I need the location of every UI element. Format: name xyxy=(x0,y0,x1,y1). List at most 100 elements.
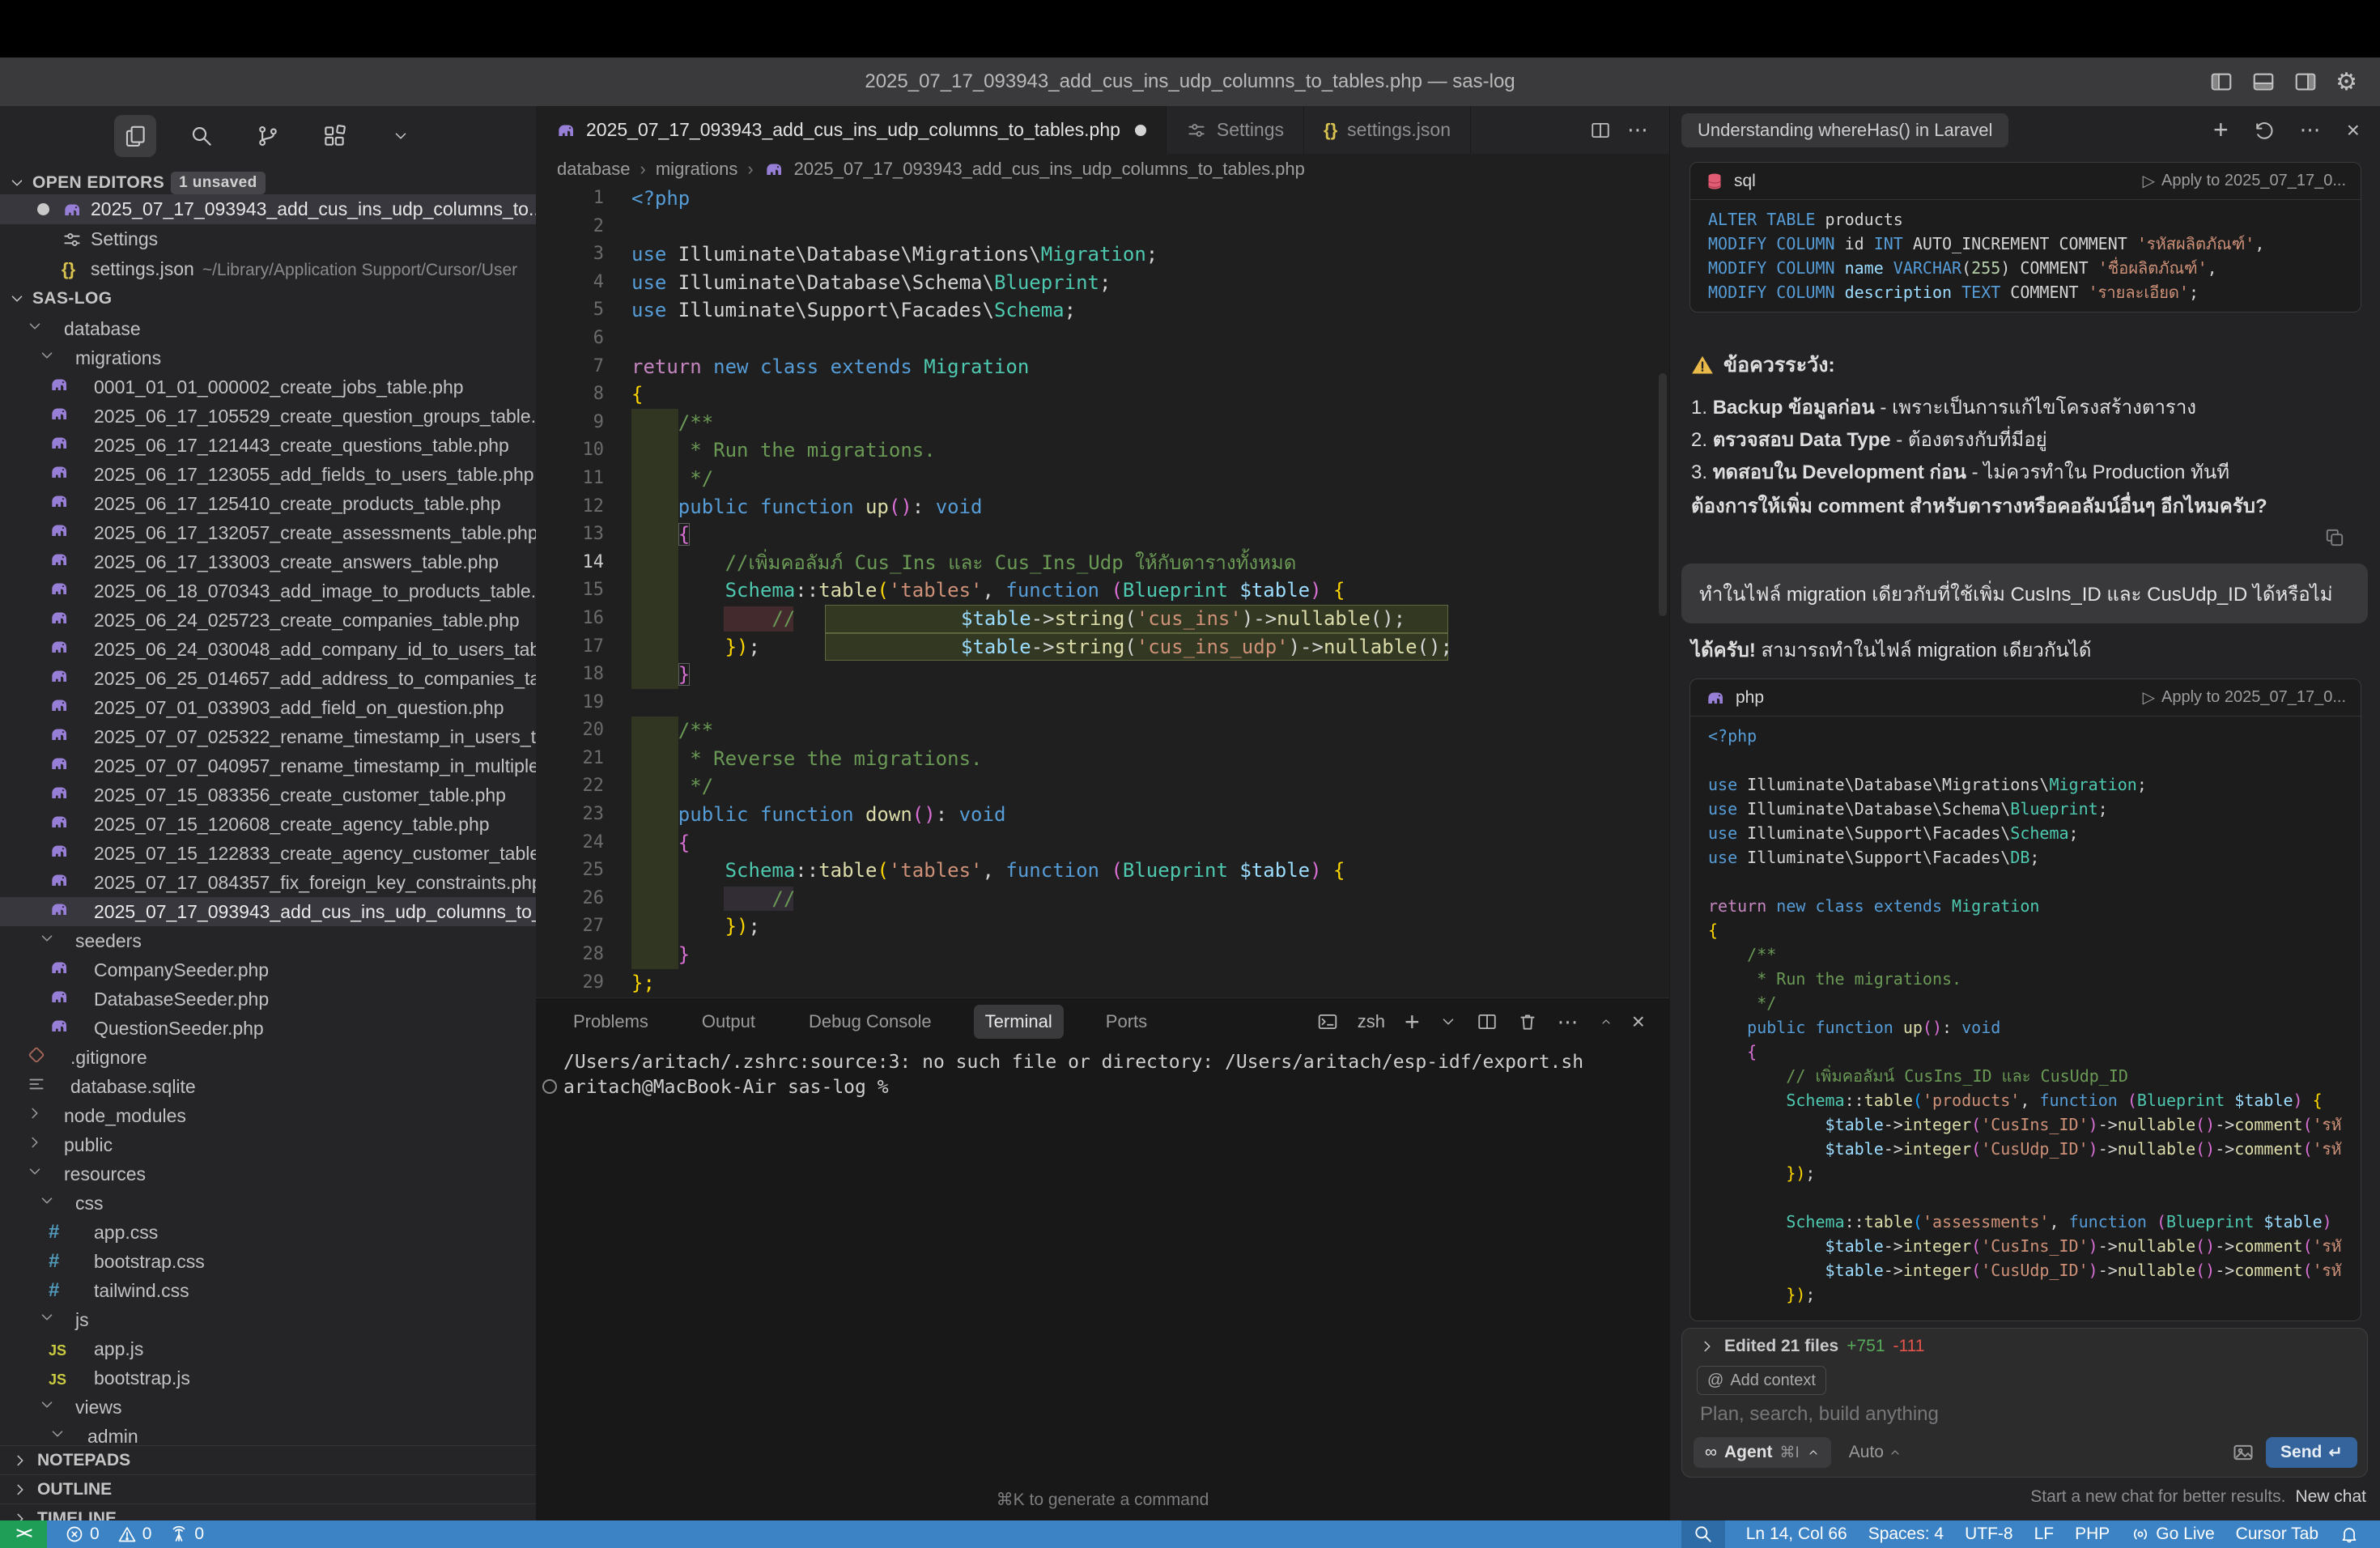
tree-folder[interactable]: resources xyxy=(0,1159,536,1189)
kill-terminal-icon[interactable] xyxy=(1517,1011,1538,1032)
code-line[interactable]: 12 public function up(): void xyxy=(536,493,1669,521)
plus-icon[interactable]: + xyxy=(2213,115,2229,145)
tree-folder[interactable]: seeders xyxy=(0,926,536,955)
terminal-tab-debug-console[interactable]: Debug Console xyxy=(797,1005,943,1039)
tree-folder[interactable]: node_modules xyxy=(0,1101,536,1130)
tree-file[interactable]: 2025_07_01_033903_add_field_on_question.… xyxy=(0,693,536,722)
chat-tab[interactable]: Understanding whereHas() in Laravel xyxy=(1681,113,2008,147)
code-line[interactable]: 2 xyxy=(536,213,1669,241)
ai-suggestion-overlay[interactable]: $table->string('cus_ins_udp')->nullable(… xyxy=(825,633,1448,661)
sidebar-section-timeline[interactable]: TIMELINE xyxy=(0,1503,536,1520)
tree-file[interactable]: 2025_06_18_070343_add_image_to_products_… xyxy=(0,576,536,606)
code-line[interactable]: 1<?php xyxy=(536,185,1669,213)
tree-file[interactable]: 2025_07_15_083356_create_customer_table.… xyxy=(0,780,536,810)
tree-folder[interactable]: migrations xyxy=(0,343,536,372)
breadcrumb-item[interactable]: database xyxy=(557,159,631,180)
status-item-utf-8[interactable]: UTF-8 xyxy=(1965,1525,2013,1544)
code-line[interactable]: 25 Schema::table('tables', function (Blu… xyxy=(536,857,1669,885)
editor-scrollbar[interactable] xyxy=(1659,373,1667,616)
code-line[interactable]: 14 //เพิ่มคอลัมภ์ Cus_Ins และ Cus_Ins_Ud… xyxy=(536,549,1669,577)
split-terminal-icon[interactable] xyxy=(1477,1011,1498,1032)
code-line[interactable]: 8{ xyxy=(536,381,1669,409)
chat-composer[interactable]: Edited 21 files +751 -111 @ Add context … xyxy=(1681,1328,2368,1478)
tree-file[interactable]: 2025_07_15_122833_create_agency_customer… xyxy=(0,839,536,868)
open-editors-header[interactable]: OPEN EDITORS 1 unsaved xyxy=(8,169,266,197)
status-item-spaces-4[interactable]: Spaces: 4 xyxy=(1868,1525,1944,1544)
tree-file[interactable]: 2025_06_17_105529_create_question_groups… xyxy=(0,402,536,431)
layout-bottom-icon[interactable] xyxy=(2251,70,2276,94)
breadcrumb-file[interactable]: 2025_07_17_093943_add_cus_ins_udp_column… xyxy=(794,159,1305,180)
code-line[interactable]: 18 } xyxy=(536,661,1669,689)
terminal-tab-output[interactable]: Output xyxy=(691,1005,767,1039)
code-line[interactable]: 19 xyxy=(536,689,1669,717)
status-item-0[interactable]: 0 xyxy=(65,1525,100,1544)
split-editor-icon[interactable] xyxy=(1590,120,1611,141)
tree-file[interactable]: 2025_07_07_025322_rename_timestamp_in_us… xyxy=(0,722,536,751)
status-item-lf[interactable]: LF xyxy=(2034,1525,2055,1544)
extensions-button[interactable] xyxy=(313,115,355,157)
layout-right-icon[interactable] xyxy=(2293,70,2318,94)
close-icon[interactable]: × xyxy=(2347,117,2360,143)
open-editor-item[interactable]: Settings xyxy=(0,224,536,254)
sidebar-section-outline[interactable]: OUTLINE xyxy=(0,1474,536,1503)
tree-file[interactable]: 2025_06_25_014657_add_address_to_compani… xyxy=(0,664,536,693)
breadcrumb[interactable]: database›migrations›2025_07_17_093943_ad… xyxy=(536,154,1669,185)
code-line[interactable]: 28 } xyxy=(536,941,1669,969)
status-item-go-live[interactable]: Go Live xyxy=(2131,1525,2214,1544)
status-item-0[interactable]: 0 xyxy=(117,1525,152,1544)
code-line[interactable]: 20 /** xyxy=(536,717,1669,745)
tree-file[interactable]: 2025_06_17_125410_create_products_table.… xyxy=(0,489,536,518)
apply-button[interactable]: ▷ Apply to 2025_07_17_0... xyxy=(2143,171,2346,191)
agent-mode-selector[interactable]: ∞ Agent ⌘I xyxy=(1694,1437,1831,1468)
new-chat-button[interactable]: New chat xyxy=(2295,1487,2366,1506)
code-line[interactable]: 11 */ xyxy=(536,465,1669,493)
tree-folder[interactable]: css xyxy=(0,1189,536,1218)
remote-indicator[interactable]: >< xyxy=(0,1520,47,1548)
editor-tab[interactable]: {}settings.json xyxy=(1304,106,1471,154)
tree-file[interactable]: QuestionSeeder.php xyxy=(0,1014,536,1043)
tree-folder[interactable]: database xyxy=(0,314,536,343)
tree-file[interactable]: 2025_07_17_084357_fix_foreign_key_constr… xyxy=(0,868,536,897)
tree-file[interactable]: 2025_06_24_025723_create_companies_table… xyxy=(0,606,536,635)
tree-file[interactable]: JSbootstrap.js xyxy=(0,1363,536,1393)
code-line[interactable]: 29}; xyxy=(536,969,1669,997)
code-line[interactable]: 16 //$table->string('cus_ins')->nullable… xyxy=(536,605,1669,633)
project-root-header[interactable]: SAS-LOG xyxy=(8,284,112,313)
add-context-button[interactable]: @ Add context xyxy=(1697,1366,1826,1395)
code-editor[interactable]: 1<?php23use Illuminate\Database\Migratio… xyxy=(536,185,1669,997)
tree-file[interactable]: JSapp.js xyxy=(0,1334,536,1363)
status-item-0[interactable]: 0 xyxy=(169,1525,204,1544)
close-panel-icon[interactable]: × xyxy=(1632,1009,1645,1035)
more-actions-icon[interactable]: ⋯ xyxy=(1558,1010,1580,1035)
gear-icon[interactable]: ⚙ xyxy=(2335,68,2357,96)
code-line[interactable]: 5use Illuminate\Support\Facades\Schema; xyxy=(536,296,1669,325)
tree-file[interactable]: DatabaseSeeder.php xyxy=(0,985,536,1014)
terminal-tab-problems[interactable]: Problems xyxy=(562,1005,660,1039)
chev-d-button[interactable] xyxy=(380,115,422,157)
history-icon[interactable] xyxy=(2253,119,2276,142)
apply-button[interactable]: ▷ Apply to 2025_07_17_0... xyxy=(2143,687,2346,708)
code-line[interactable]: 21 * Reverse the migrations. xyxy=(536,745,1669,773)
code-line[interactable]: 24 { xyxy=(536,829,1669,857)
status-item-ln-14-col-66[interactable]: Ln 14, Col 66 xyxy=(1746,1525,1847,1544)
more-actions-icon[interactable]: ⋯ xyxy=(1627,117,1650,142)
tree-file[interactable]: 2025_06_17_123055_add_fields_to_users_ta… xyxy=(0,460,536,489)
tree-file[interactable]: 2025_07_17_093943_add_cus_ins_udp_column… xyxy=(0,897,536,926)
ai-suggestion-overlay[interactable]: $table->string('cus_ins')->nullable(); xyxy=(825,605,1448,633)
chat-input-placeholder[interactable]: Plan, search, build anything xyxy=(1700,1403,1939,1426)
tree-file[interactable]: 2025_06_17_121443_create_questions_table… xyxy=(0,431,536,460)
tree-file[interactable]: 2025_06_17_133003_create_answers_table.p… xyxy=(0,547,536,576)
code-line[interactable]: 10 * Run the migrations. xyxy=(536,436,1669,465)
tree-file[interactable]: 2025_06_17_132057_create_assessments_tab… xyxy=(0,518,536,547)
editor-tab[interactable]: Settings xyxy=(1167,106,1304,154)
status-item[interactable] xyxy=(1681,1520,1725,1548)
git-branch-button[interactable] xyxy=(247,115,289,157)
tree-file[interactable]: 2025_07_15_120608_create_agency_table.ph… xyxy=(0,810,536,839)
tree-folder[interactable]: views xyxy=(0,1393,536,1422)
send-button[interactable]: Send ↵ xyxy=(2266,1437,2357,1468)
code-line[interactable]: 6 xyxy=(536,325,1669,353)
editor-tab[interactable]: 2025_07_17_093943_add_cus_ins_udp_column… xyxy=(536,106,1167,154)
code-line[interactable]: 3use Illuminate\Database\Migrations\Migr… xyxy=(536,240,1669,269)
code-line[interactable]: 15 Schema::table('tables', function (Blu… xyxy=(536,576,1669,605)
terminal-output[interactable]: /Users/aritach/.zshrc:source:3: no such … xyxy=(536,1045,1669,1100)
